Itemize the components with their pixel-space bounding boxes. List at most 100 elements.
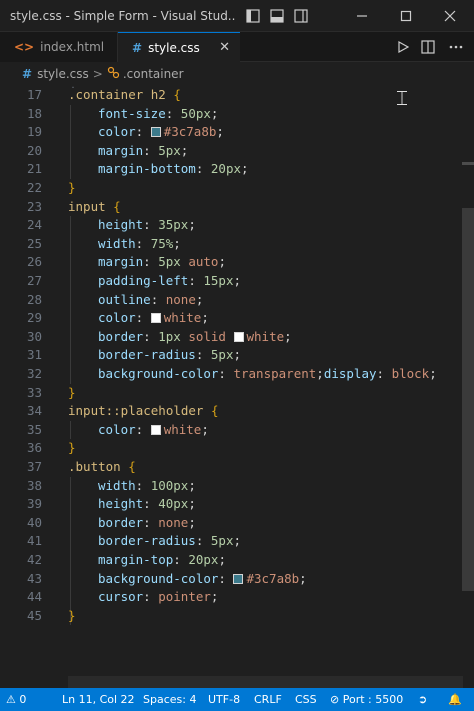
- line-number: 33: [26, 384, 42, 400]
- color-swatch[interactable]: [150, 313, 161, 324]
- value: pointer: [158, 589, 211, 605]
- line-number: 44: [26, 589, 42, 605]
- color-swatch[interactable]: [233, 573, 244, 584]
- line-number: 27: [26, 273, 42, 288]
- tab-label: style.css: [148, 40, 200, 55]
- line-number: 36: [26, 440, 42, 456]
- code-line-41[interactable]: border-radius: 5px;: [68, 532, 241, 551]
- scrollbar-thumb[interactable]: [462, 208, 474, 591]
- value: 40px: [158, 496, 189, 512]
- code-line-30[interactable]: border: 1px solid white;: [68, 328, 292, 347]
- code-line-28[interactable]: outline: none;: [68, 291, 203, 310]
- value: block: [391, 366, 430, 381]
- value: 100px: [150, 477, 189, 493]
- line-number: 25: [26, 235, 42, 251]
- code-line-38[interactable]: width: 100px;: [68, 477, 196, 496]
- value: 15px: [203, 273, 234, 288]
- property: margin-top: [98, 552, 174, 567]
- code-line-34[interactable]: input::placeholder {: [68, 402, 219, 421]
- minimize-icon[interactable]: [352, 6, 372, 26]
- code-line-39[interactable]: height: 40px;: [68, 495, 196, 514]
- code-line-25[interactable]: width: 75%;: [68, 235, 181, 254]
- code-line-35[interactable]: color: white;: [68, 421, 209, 440]
- code-line-31[interactable]: border-radius: 5px;: [68, 346, 241, 365]
- line-number: 45: [26, 607, 42, 623]
- tab-label: index.html: [40, 40, 105, 54]
- encoding[interactable]: UTF-8: [208, 688, 240, 711]
- tab-style-css[interactable]: # style.css ✕: [118, 32, 240, 62]
- property: cursor: [98, 589, 144, 605]
- code-line-37[interactable]: .button {: [68, 458, 136, 477]
- code-line-44[interactable]: cursor: pointer;: [68, 588, 218, 607]
- status-bar: ⚠ 0 Ln 11, Col 22 Spaces: 4 UTF-8 CRLF C…: [0, 688, 474, 711]
- code-line-43[interactable]: background-color: #3c7a8b;: [68, 570, 307, 589]
- code-line-24[interactable]: height: 35px;: [68, 216, 196, 235]
- selector: .container h2: [68, 87, 166, 102]
- code-area[interactable]: .container h2 { font-size: 50px; color: …: [68, 86, 468, 688]
- property: color: [98, 124, 136, 140]
- problems-status[interactable]: ⚠ 0: [6, 688, 26, 711]
- code-line-26[interactable]: margin: 5px auto;: [68, 253, 226, 272]
- cursor-position[interactable]: Ln 11, Col 22: [62, 688, 135, 711]
- code-line-20[interactable]: margin: 5px;: [68, 142, 188, 161]
- code-line-45[interactable]: }: [68, 607, 76, 626]
- code-line-22[interactable]: }: [68, 179, 76, 198]
- code-line-23[interactable]: input {: [68, 198, 121, 217]
- run-icon[interactable]: [393, 37, 413, 57]
- end-of-line[interactable]: CRLF: [254, 688, 282, 711]
- window-title: style.css - Simple Form - Visual Stud...: [10, 9, 235, 23]
- selector: input: [68, 198, 106, 214]
- live-server-port[interactable]: ⊘ Port : 5500: [330, 688, 403, 711]
- color-swatch[interactable]: [150, 424, 161, 435]
- selector: .button: [68, 459, 121, 474]
- code-line-19[interactable]: color: #3c7a8b;: [68, 123, 224, 142]
- line-number: 32: [26, 366, 42, 381]
- property: border: [98, 514, 144, 530]
- port-label: Port : 5500: [342, 693, 404, 706]
- scrollbar-marker: [462, 162, 474, 165]
- remote-icon[interactable]: ➲: [418, 688, 427, 711]
- code-line-36[interactable]: }: [68, 439, 76, 458]
- vertical-scrollbar[interactable]: [462, 86, 474, 688]
- code-line-40[interactable]: border: none;: [68, 514, 196, 533]
- property: font-size: [98, 105, 166, 121]
- property: width: [98, 235, 136, 251]
- color-swatch[interactable]: [233, 331, 244, 342]
- color-swatch[interactable]: [150, 127, 161, 138]
- code-line-17[interactable]: .container h2 {: [68, 86, 181, 105]
- split-editor-icon[interactable]: [418, 37, 438, 57]
- code-line-33[interactable]: }: [68, 384, 76, 403]
- brace: }: [68, 440, 76, 456]
- tab-bar: <> index.html # style.css ✕: [0, 32, 474, 62]
- layout-panel-icon[interactable]: [267, 6, 287, 26]
- tab-close-icon[interactable]: ✕: [219, 40, 230, 55]
- title-bar: style.css - Simple Form - Visual Stud...: [0, 0, 474, 32]
- more-actions-icon[interactable]: [446, 37, 466, 57]
- line-number: 41: [26, 533, 42, 549]
- code-line-21[interactable]: margin-bottom: 20px;: [68, 160, 249, 179]
- code-editor[interactable]: ⋮ 17181920212223242526272829303132333435…: [0, 86, 474, 688]
- maximize-icon[interactable]: [396, 6, 416, 26]
- code-line-32[interactable]: background-color: transparent;display: b…: [68, 365, 437, 384]
- layout-sidebar-right-icon[interactable]: [291, 6, 311, 26]
- value: none: [158, 514, 189, 530]
- code-line-18[interactable]: font-size: 50px;: [68, 105, 218, 124]
- indentation[interactable]: Spaces: 4: [143, 688, 196, 711]
- line-number: 26: [26, 254, 42, 270]
- horizontal-scrollbar[interactable]: [68, 676, 463, 688]
- layout-sidebar-left-icon[interactable]: [243, 6, 263, 26]
- code-line-27[interactable]: padding-left: 15px;: [68, 272, 241, 291]
- close-icon[interactable]: [440, 6, 460, 26]
- property: height: [98, 217, 144, 233]
- line-number: 42: [26, 552, 42, 567]
- tab-index-html[interactable]: <> index.html: [0, 32, 118, 62]
- symbol-class-icon: [107, 66, 120, 82]
- breadcrumb-file[interactable]: style.css: [37, 67, 89, 81]
- language-mode[interactable]: CSS: [295, 688, 317, 711]
- code-line-29[interactable]: color: white;: [68, 309, 209, 328]
- code-line-42[interactable]: margin-top: 20px;: [68, 551, 226, 570]
- breadcrumb-symbol[interactable]: .container: [123, 67, 184, 81]
- line-number: 19: [26, 124, 42, 140]
- brace: }: [68, 180, 76, 195]
- bell-icon[interactable]: 🔔: [448, 688, 462, 711]
